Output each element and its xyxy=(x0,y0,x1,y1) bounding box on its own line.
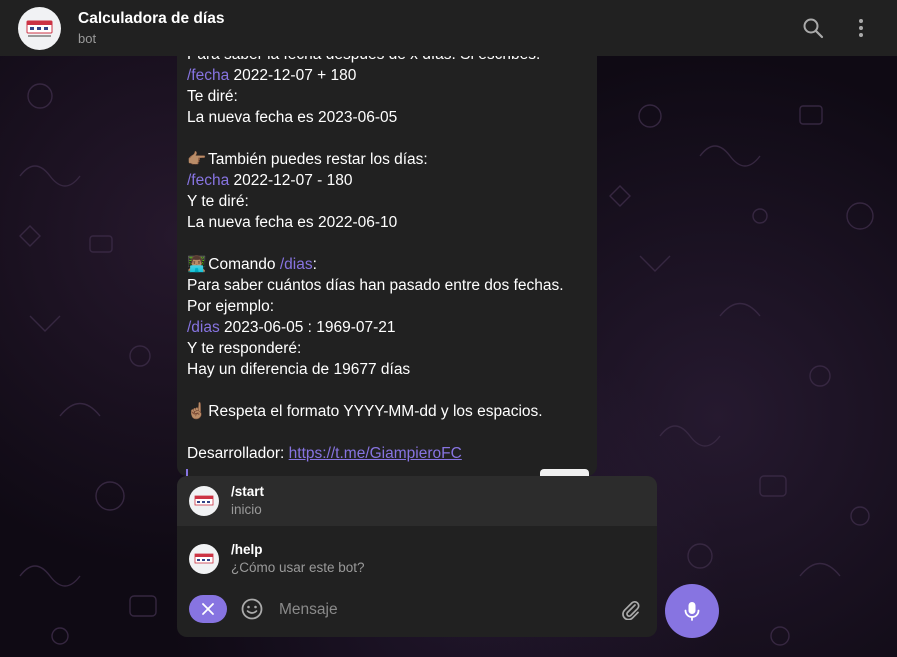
message-line: La nueva fecha es 2022-06-10 xyxy=(187,212,587,233)
message-text-span: Y te responderé: xyxy=(187,340,302,357)
message-line: Te diré: xyxy=(187,86,587,107)
message-line xyxy=(187,233,587,254)
message-line xyxy=(187,128,587,149)
message-line: Desarrollador: https://t.me/GiampieroFC xyxy=(187,443,587,464)
message-text-span: Te diré: xyxy=(187,88,238,105)
more-vertical-icon xyxy=(859,19,863,37)
developer-link[interactable]: https://t.me/GiampieroFC xyxy=(289,445,462,462)
message-line: ☝🏽 Respeta el formato YYYY-MM-dd y los e… xyxy=(187,401,587,422)
message-text-span: Hay un diferencia de 19677 días xyxy=(187,361,411,378)
message-line: La nueva fecha es 2023-06-05 xyxy=(187,107,587,128)
message-line: Hay un diferencia de 19677 días xyxy=(187,359,587,380)
bot-avatar[interactable] xyxy=(18,7,61,50)
message-input[interactable] xyxy=(277,596,611,624)
search-button[interactable] xyxy=(800,15,826,41)
command-link[interactable]: /dias xyxy=(187,319,220,336)
suggestion-avatar xyxy=(189,544,219,574)
more-menu-button[interactable] xyxy=(848,15,874,41)
message-line xyxy=(187,422,587,443)
message-text-span: Para saber cuántos días han pasado entre… xyxy=(187,277,564,294)
message-line xyxy=(187,380,587,401)
message-text-span: Por ejemplo: xyxy=(187,298,275,315)
emoji-glyph: ☝🏽 xyxy=(187,403,207,420)
message-text-span: Y te diré: xyxy=(187,193,249,210)
microphone-icon xyxy=(684,602,700,621)
message-line: Para saber cuántos días han pasado entre… xyxy=(187,275,587,296)
chat-title[interactable]: Calculadora de días xyxy=(78,10,224,28)
emoji-glyph: 👨🏽‍💻 xyxy=(187,256,207,273)
message-line: 👉🏽 También puedes restar los días: xyxy=(187,149,587,170)
message-text-span: 2023-06-05 : 1969-07-21 xyxy=(219,319,396,336)
command-link[interactable]: /fecha xyxy=(187,172,229,189)
message-text-span: 2022-12-07 + 180 xyxy=(229,67,357,84)
message-text-span: La nueva fecha es 2023-06-05 xyxy=(187,109,398,126)
voice-record-button[interactable] xyxy=(665,584,719,638)
calendar-logo-icon xyxy=(26,20,53,37)
message-line: Por ejemplo: xyxy=(187,296,587,317)
message-line: /fecha 2022-12-07 - 180 xyxy=(187,170,587,191)
bot-message: Para saber la fecha después de x días. S… xyxy=(177,56,597,476)
command-suggestions: /start inicio /help ¿Cómo usar este bot? xyxy=(177,476,657,584)
attach-button[interactable] xyxy=(617,596,643,622)
message-text-span: También puedes restar los días: xyxy=(204,151,428,168)
paperclip-icon xyxy=(622,600,640,620)
emoji-glyph: 👉🏽 xyxy=(187,151,207,168)
message-text-span: 2022-12-07 - 180 xyxy=(229,172,353,189)
message-text-span: Desarrollador: xyxy=(187,445,289,462)
suggestion-avatar xyxy=(189,486,219,516)
suggestion-start[interactable]: /start inicio xyxy=(177,476,657,526)
message-text: Para saber la fecha después de x días. S… xyxy=(187,56,587,464)
message-text-span: Para saber la fecha después de x días. S… xyxy=(187,56,540,63)
message-line: Y te responderé: xyxy=(187,338,587,359)
search-icon xyxy=(803,18,824,39)
message-line: 👨🏽‍💻 Comando /dias: xyxy=(187,254,587,275)
message-text-span: La nueva fecha es 2022-06-10 xyxy=(187,214,398,231)
message-line: /dias 2023-06-05 : 1969-07-21 xyxy=(187,317,587,338)
command-link[interactable]: /fecha xyxy=(187,67,229,84)
suggestion-description: inicio xyxy=(231,502,262,517)
close-icon xyxy=(202,603,214,615)
command-link[interactable]: /dias xyxy=(280,256,313,273)
chat-header: Calculadora de días bot xyxy=(0,0,897,56)
suggestion-description: ¿Cómo usar este bot? xyxy=(231,560,365,575)
suggestion-help[interactable]: /help ¿Cómo usar este bot? xyxy=(177,534,657,584)
suggestion-command: /start xyxy=(231,484,265,499)
smiley-icon xyxy=(241,598,263,620)
message-composer xyxy=(177,584,657,637)
message-line: Para saber la fecha después de x días. S… xyxy=(187,56,587,65)
calendar-logo-icon xyxy=(194,553,214,564)
suggestion-command: /help xyxy=(231,542,263,557)
message-text-span: Respeta el formato YYYY-MM-dd y los espa… xyxy=(204,403,543,420)
emoji-button[interactable] xyxy=(239,596,265,622)
calendar-logo-icon xyxy=(194,495,214,506)
chat-subtitle: bot xyxy=(78,31,97,46)
message-text-span: : xyxy=(312,256,317,273)
close-commands-button[interactable] xyxy=(189,595,227,623)
message-line: Y te diré: xyxy=(187,191,587,212)
message-line: /fecha 2022-12-07 + 180 xyxy=(187,65,587,86)
message-text-span: Comando xyxy=(204,256,280,273)
